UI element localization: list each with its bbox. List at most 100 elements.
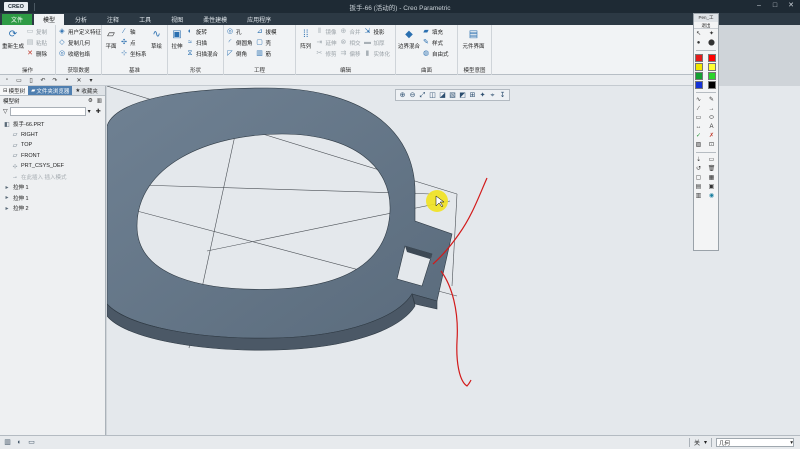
tree-node-extrude-1b[interactable]: ▸ 拉伸 1 <box>3 193 102 204</box>
window-icon[interactable]: ▪ <box>63 77 71 83</box>
new-icon[interactable]: ▫ <box>3 77 11 83</box>
tree-node-top[interactable]: ▱ TOP <box>3 140 102 151</box>
page-icon[interactable]: ▢ <box>694 174 704 182</box>
sweep-button[interactable]: ≈ 扫描 <box>186 38 218 47</box>
spin-center-icon[interactable]: ⌖ <box>488 91 497 100</box>
freehand-tool-icon[interactable]: ∿ <box>694 96 704 104</box>
pin-tool-icon[interactable]: ✦ <box>707 30 717 38</box>
hole-button[interactable]: ◎ 孔 <box>226 27 253 36</box>
saved-orientations-icon[interactable]: ▧ <box>448 91 457 100</box>
highlight-tool-icon[interactable]: ▨ <box>694 141 704 149</box>
tree-node-insert-here[interactable]: → 在此插入 插入模式 <box>3 172 102 183</box>
large-dot-icon[interactable]: ⬤ <box>707 39 717 47</box>
project-button[interactable]: ⇲ 投影 <box>363 27 390 36</box>
undo-icon[interactable]: ↶ <box>39 77 47 84</box>
datum-display-icon[interactable]: ⊞ <box>468 91 477 100</box>
tree-node-extrude-1[interactable]: ▸ 拉伸 1 <box>3 182 102 193</box>
copy-geometry-button[interactable]: ◇ 复制几何 <box>58 38 101 47</box>
full-screen-icon[interactable]: ▭ <box>27 438 36 447</box>
redo-icon[interactable]: ↷ <box>51 77 59 84</box>
tab-model-tree[interactable]: ⊟ 模型树 <box>0 86 29 95</box>
small-dot-icon[interactable]: ● <box>694 39 704 47</box>
color-swatch[interactable] <box>707 54 717 62</box>
tree-search-input[interactable] <box>9 107 86 116</box>
pointer-tool-icon[interactable]: ↖ <box>694 30 704 38</box>
tab-folder-browser[interactable]: ▰ 文件夹浏览器 <box>28 86 73 95</box>
shrinkwrap-button[interactable]: ◎ 收缩包络 <box>58 49 101 58</box>
save-icon[interactable]: ▯ <box>27 77 35 84</box>
open-icon[interactable]: ▭ <box>15 77 23 84</box>
color-swatch[interactable] <box>707 81 717 89</box>
tab-applications[interactable]: 应用程序 <box>238 14 280 25</box>
zoom-in-icon[interactable]: ⊕ <box>398 91 407 100</box>
color-swatch[interactable] <box>694 63 704 71</box>
customize-dropdown-icon[interactable]: ▾ <box>87 77 95 84</box>
round-button[interactable]: ◜ 倒圆角 <box>226 38 253 47</box>
color-swatch[interactable] <box>707 63 717 71</box>
download-icon[interactable]: ⇣ <box>694 156 704 164</box>
maximize-button[interactable]: □ <box>768 1 782 11</box>
check-mark-icon[interactable]: ✓ <box>694 132 704 140</box>
filter-icon[interactable]: ▽ <box>3 108 8 115</box>
ellipse-tool-icon[interactable]: ⬭ <box>707 114 717 122</box>
tree-node-csys[interactable]: ⊹ PRT_CSYS_DEF <box>3 161 102 172</box>
color-swatch[interactable] <box>694 81 704 89</box>
color-swatch[interactable] <box>694 54 704 62</box>
palette-exit-button[interactable]: 退出 <box>694 22 718 29</box>
tree-settings-icon[interactable]: ⚙ <box>88 98 93 104</box>
tab-annotate[interactable]: 注释 <box>98 14 128 25</box>
copy-button[interactable]: ▭ 复制 <box>26 27 47 36</box>
tab-tools[interactable]: 工具 <box>130 14 160 25</box>
grid-icon[interactable]: ▦ <box>707 174 717 182</box>
offset-button[interactable]: ⇉ 偏移 <box>339 49 361 58</box>
double-arrow-tool-icon[interactable]: ↔ <box>694 123 704 131</box>
swept-blend-button[interactable]: ⧖ 扫描混合 <box>186 49 218 58</box>
axis-button[interactable]: ∕ 轴 <box>120 27 147 36</box>
tree-search-dropdown-icon[interactable]: ▾ <box>88 108 91 115</box>
tree-expand-icon[interactable]: ✚ <box>96 108 101 115</box>
display-style-icon[interactable]: ◪ <box>438 91 447 100</box>
eraser-icon[interactable]: ▭ <box>707 156 717 164</box>
color-swatch[interactable] <box>707 72 717 80</box>
rib-button[interactable]: ▥ 筋 <box>256 49 277 58</box>
tree-node-extrude-2[interactable]: ▸ 拉伸 2 <box>3 203 102 214</box>
merge-button[interactable]: ⊕ 合并 <box>339 27 361 36</box>
input-method-indicator[interactable]: 关 <box>694 438 700 447</box>
chamfer-button[interactable]: ◸ 倒角 <box>226 49 253 58</box>
csys-button[interactable]: ⊹ 坐标系 <box>120 49 146 58</box>
tab-model[interactable]: 模型 <box>34 14 65 25</box>
undo-icon[interactable]: ↺ <box>694 165 704 173</box>
color-swatch[interactable] <box>694 72 704 80</box>
mirror-button[interactable]: ⫴ 镜像 <box>315 27 337 36</box>
tree-node-front[interactable]: ▱ FRONT <box>3 151 102 162</box>
perspective-icon[interactable]: ↧ <box>498 91 507 100</box>
solidify-button[interactable]: ▮ 实体化 <box>363 49 390 58</box>
revolve-button[interactable]: ◐ 旋转 <box>186 27 218 36</box>
text-tool-icon[interactable]: A <box>707 123 717 131</box>
thicken-button[interactable]: ▬ 加厚 <box>363 38 390 47</box>
pen-tool-icon[interactable]: ✎ <box>707 96 717 104</box>
rectangle-tool-icon[interactable]: ▭ <box>694 114 704 122</box>
trim-button[interactable]: ✂ 修剪 <box>315 49 337 58</box>
extend-button[interactable]: ⇥ 延伸 <box>315 38 337 47</box>
refit-icon[interactable]: ⤢ <box>418 91 427 100</box>
print-icon[interactable]: ▤ <box>694 183 704 191</box>
trash-icon[interactable]: 🗑 <box>707 165 717 173</box>
arrow-tool-icon[interactable]: → <box>707 105 717 113</box>
navigator-toggle-icon[interactable]: ▥ <box>3 438 12 447</box>
tab-file[interactable]: 文件 <box>2 14 33 25</box>
globe-icon[interactable]: ◉ <box>707 192 717 200</box>
tab-flexible-modeling[interactable]: 柔性建模 <box>194 14 236 25</box>
freestyle-button[interactable]: ◍ 自由式 <box>422 49 449 58</box>
close-window-icon[interactable]: ✕ <box>75 77 83 84</box>
zoom-tool-icon[interactable]: ⊡ <box>707 141 717 149</box>
shell-button[interactable]: ▢ 壳 <box>256 38 277 47</box>
tree-columns-icon[interactable]: ▥ <box>97 98 102 104</box>
fill-button[interactable]: ▰ 填充 <box>422 27 449 36</box>
draft-button[interactable]: ⊿ 拔模 <box>256 27 277 36</box>
close-button[interactable]: ✕ <box>784 1 798 11</box>
udf-button[interactable]: ◈ 用户定义特征 <box>58 27 101 36</box>
tab-favorites[interactable]: ★ 收藏夹 <box>72 86 100 95</box>
cross-mark-icon[interactable]: ✗ <box>707 132 717 140</box>
delete-button[interactable]: ✕ 删除 <box>26 49 47 58</box>
